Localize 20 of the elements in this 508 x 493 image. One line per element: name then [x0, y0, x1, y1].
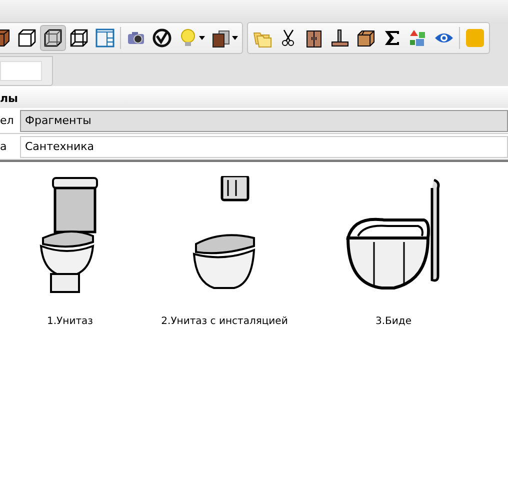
item-label: 1.Унитаз	[47, 316, 93, 327]
sigma-icon	[382, 28, 402, 48]
field-label: ел	[0, 114, 15, 127]
drill-stand-icon	[330, 28, 350, 48]
item-label: 3.Биде	[376, 316, 412, 327]
item-label: 2.Унитаз с инсталяцией	[161, 316, 288, 327]
shaded-cube-button[interactable]	[40, 25, 66, 51]
cabinet-icon	[304, 28, 324, 48]
shaded-cube-icon	[43, 28, 63, 48]
material-icon	[211, 28, 231, 48]
light-bulb-icon	[178, 28, 198, 48]
section-dropdown[interactable]: Фрагменты	[20, 110, 508, 132]
wireframe-cube-icon	[69, 28, 89, 48]
field-label: а	[0, 140, 8, 153]
input-field[interactable]	[0, 61, 42, 81]
group-field[interactable]: Сантехника	[20, 136, 508, 158]
box-icon	[356, 28, 376, 48]
layout-icon	[95, 28, 115, 48]
cube-icon	[17, 28, 37, 48]
panel-title: лы	[0, 92, 18, 104]
